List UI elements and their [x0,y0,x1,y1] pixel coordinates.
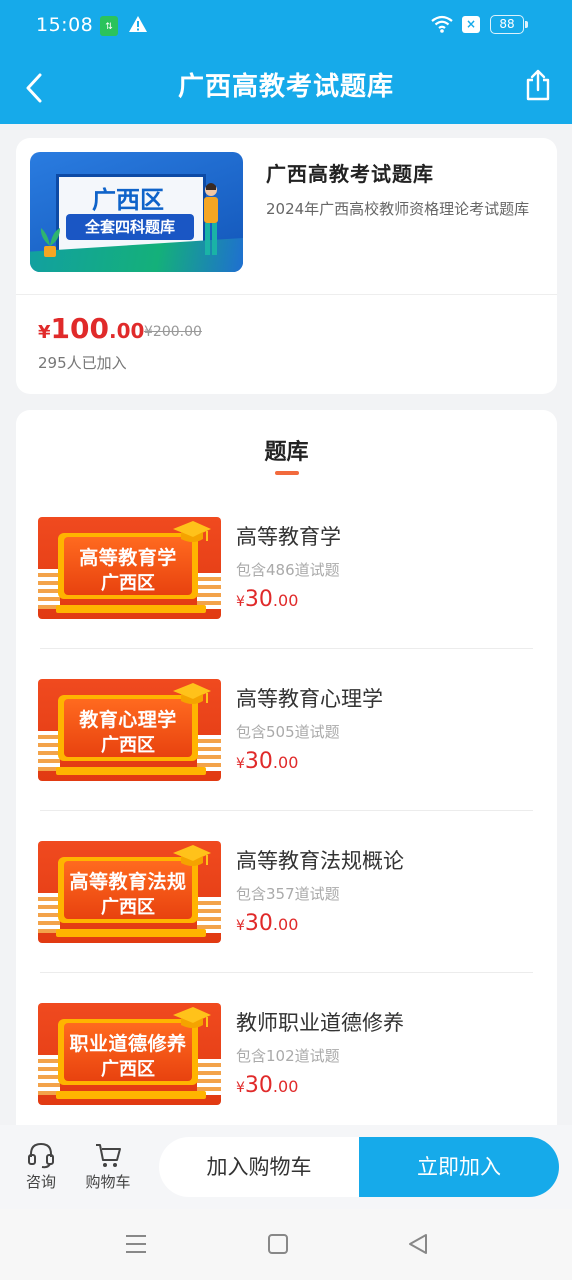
notification-x-icon: × [462,16,480,33]
consult-label: 咨询 [25,1173,56,1191]
add-to-cart-button[interactable]: 加入购物车 [159,1137,359,1197]
wifi-icon [431,15,453,33]
joined-count: 295人已加入 [38,354,127,372]
join-now-button[interactable]: 立即加入 [359,1137,559,1197]
product-title: 广西高教考试题库 [266,162,434,186]
status-bar: 15:08 ⇅ × 88 [0,0,572,52]
list-item[interactable]: 高等教育法规 广西区 高等教育法规概论 包含357道试题 ¥30.00 [38,841,535,1003]
item-count: 包含486道试题 [236,561,340,579]
cover-title: 广西区 [92,185,164,214]
item-price: ¥30.00 [236,1073,299,1098]
item-name: 高等教育心理学 [236,687,383,711]
section-underline [275,471,299,475]
question-bank-section: 题库 高等教育学 广西区 高等教育学 包含486道试题 ¥30.00 教育心理学… [16,410,557,1150]
item-thumbnail: 教育心理学 广西区 [38,679,221,781]
cover-subtitle: 全套四科题库 [66,214,194,240]
product-card: 广西区 全套四科题库 广西高教考试题库 2024年广西高校教师资格理论考试题库 … [16,138,557,394]
section-title: 题库 [264,440,309,465]
item-price: ¥30.00 [236,587,299,612]
list-item[interactable]: 高等教育学 广西区 高等教育学 包含486道试题 ¥30.00 [38,517,535,679]
item-name: 教师职业道德修养 [236,1011,404,1035]
divider [40,810,533,811]
menu-icon[interactable] [124,1233,148,1255]
item-thumbnail: 高等教育法规 广西区 [38,841,221,943]
share-icon[interactable] [522,68,554,102]
cart-label: 购物车 [85,1173,131,1191]
warning-icon [129,16,147,32]
home-icon[interactable] [266,1233,290,1255]
product-cover-image: 广西区 全套四科题库 [30,152,243,272]
item-price: ¥30.00 [236,749,299,774]
item-count: 包含357道试题 [236,885,340,903]
item-count: 包含505道试题 [236,723,340,741]
system-nav-bar [0,1209,572,1280]
item-thumbnail: 高等教育学 广西区 [38,517,221,619]
battery-icon: 88 [490,15,528,34]
list-item[interactable]: 教育心理学 广西区 高等教育心理学 包含505道试题 ¥30.00 [38,679,535,841]
original-price: ¥200.00 [144,324,202,340]
page-title: 广西高教考试题库 [177,72,394,102]
bottom-action-bar: 咨询 购物车 加入购物车 立即加入 [0,1125,572,1209]
divider [40,648,533,649]
headset-icon [28,1142,54,1169]
back-triangle-icon[interactable] [406,1233,430,1255]
cart-icon [96,1144,121,1167]
item-count: 包含102道试题 [236,1047,340,1065]
item-thumbnail: 职业道德修养 广西区 [38,1003,221,1105]
item-price: ¥30.00 [236,911,299,936]
sim-icon: ⇅ [100,16,118,36]
top-bar: 15:08 ⇅ × 88 广西高教考试题库 [0,0,572,124]
consult-button[interactable]: 咨询 [11,1141,71,1192]
divider [40,972,533,973]
item-name: 高等教育学 [236,525,341,549]
teacher-illustration-icon [204,183,218,255]
divider [16,294,557,295]
product-description: 2024年广西高校教师资格理论考试题库 [266,200,530,218]
status-time: 15:08 [36,14,94,36]
cart-button[interactable]: 购物车 [78,1141,138,1192]
product-price: ¥100.00 [38,312,145,345]
plant-icon [40,228,60,257]
item-name: 高等教育法规概论 [236,849,404,873]
